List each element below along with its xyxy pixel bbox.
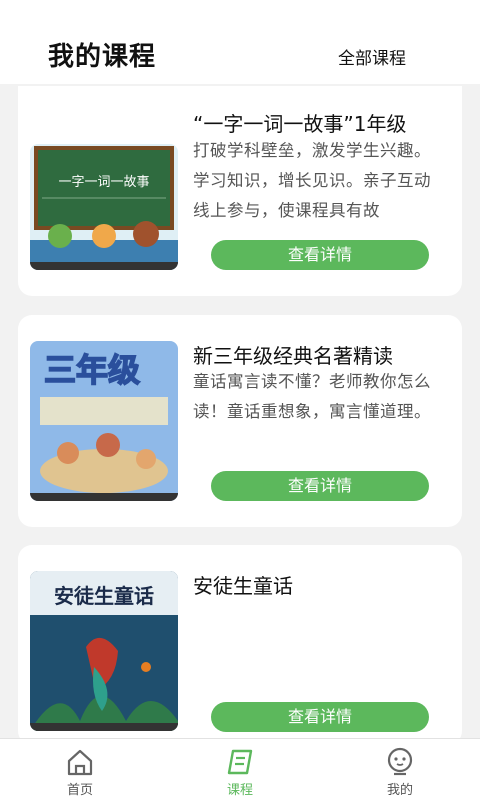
course-card[interactable]: 一字一词一故事 “一字一词一故事”1年级 打破学科壁垒，激发学生兴趣。学习知识，…	[18, 86, 462, 296]
course-description	[193, 597, 443, 657]
home-icon	[67, 749, 93, 776]
tab-label: 课程	[226, 783, 253, 798]
course-card[interactable]: 安徒生童话 安徒生童话 查看详情	[18, 545, 462, 745]
view-details-button[interactable]: 查看详情	[211, 471, 429, 501]
grade-three-illustration: 三年级	[30, 341, 178, 501]
view-details-button[interactable]: 查看详情	[211, 702, 429, 732]
book-icon	[227, 749, 253, 775]
tab-profile[interactable]: 我的	[360, 747, 440, 798]
course-cover-image: 一字一词一故事	[30, 144, 178, 270]
all-courses-link[interactable]: 全部课程	[338, 44, 406, 69]
tab-label: 首页	[66, 783, 93, 798]
view-details-button[interactable]: 查看详情	[211, 240, 429, 270]
chalkboard-illustration: 一字一词一故事	[30, 144, 178, 270]
course-title: 新三年级经典名著精读	[193, 344, 393, 368]
cover-text: 安徒生童话	[54, 584, 154, 608]
bottom-tab-bar: 首页 课程 我的	[0, 738, 480, 800]
page-title: 我的课程	[48, 42, 157, 72]
course-cover-image: 安徒生童话	[30, 571, 178, 731]
user-icon	[387, 747, 413, 776]
header: 我的课程 全部课程	[0, 0, 480, 84]
course-title: 安徒生童话	[193, 574, 293, 598]
cover-text: 三年级	[44, 351, 140, 389]
course-title: “一字一词一故事”1年级	[193, 112, 407, 136]
cover-text: 一字一词一故事	[58, 175, 149, 190]
course-card[interactable]: 三年级 新三年级经典名著精读 童话寓言读不懂？老师教你怎么读！童话重想象，寓言懂…	[18, 315, 462, 527]
course-cover-image: 三年级	[30, 341, 178, 501]
tab-home[interactable]: 首页	[40, 747, 120, 798]
tab-label: 我的	[386, 783, 413, 798]
fairy-tale-illustration: 安徒生童话	[30, 571, 178, 731]
tab-courses[interactable]: 课程	[200, 747, 280, 798]
course-description: 童话寓言读不懂？老师教你怎么读！童话重想象，寓言懂道理。	[193, 372, 431, 421]
course-description: 打破学科壁垒，激发学生兴趣。学习知识，增长见识。亲子互动线上参与，使课程具有故	[193, 141, 431, 220]
